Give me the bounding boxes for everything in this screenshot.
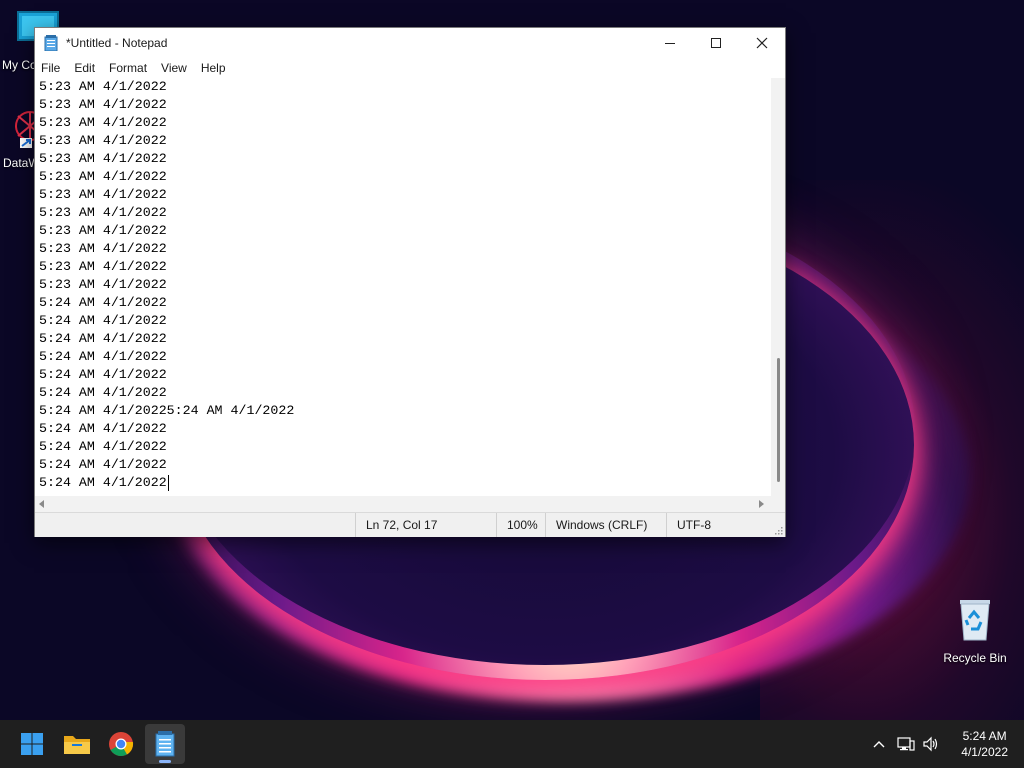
text-line: 5:24 AM 4/1/2022 — [39, 295, 167, 310]
active-app-indicator — [159, 760, 171, 763]
vertical-scrollbar[interactable] — [771, 78, 785, 496]
text-line: 5:24 AM 4/1/2022 — [39, 457, 167, 472]
system-clock[interactable]: 5:24 AM 4/1/2022 — [961, 728, 1008, 760]
maximize-button[interactable] — [693, 28, 739, 58]
close-button[interactable] — [739, 28, 785, 58]
vertical-scroll-thumb[interactable] — [777, 358, 780, 482]
scroll-right-icon[interactable] — [759, 500, 764, 508]
desktop: My Co DataW Recycle Bin *Untitled - Note… — [0, 0, 1024, 768]
menu-view[interactable]: View — [154, 58, 194, 78]
text-line: 5:24 AM 4/1/2022 — [39, 367, 167, 382]
close-icon — [756, 37, 768, 49]
scroll-left-icon[interactable] — [39, 500, 44, 508]
text-editor[interactable]: 5:23 AM 4/1/2022 5:23 AM 4/1/2022 5:23 A… — [35, 78, 771, 496]
minimize-button[interactable] — [647, 28, 693, 58]
scrollbar-corner — [771, 496, 785, 512]
notepad-icon — [44, 35, 58, 51]
text-caret — [168, 475, 169, 491]
chrome-icon — [109, 732, 134, 757]
text-line: 5:23 AM 4/1/2022 — [39, 205, 167, 220]
notepad-icon — [155, 731, 175, 757]
status-bar: Ln 72, Col 17 100% Windows (CRLF) UTF-8 — [35, 512, 785, 537]
text-line: 5:24 AM 4/1/2022 — [39, 475, 167, 490]
menu-format[interactable]: Format — [102, 58, 154, 78]
text-line: 5:23 AM 4/1/2022 — [39, 187, 167, 202]
status-encoding: UTF-8 — [666, 513, 770, 537]
file-explorer-icon — [64, 736, 90, 754]
resize-grip-icon[interactable] — [773, 525, 783, 535]
text-line: 5:24 AM 4/1/2022 — [39, 385, 167, 400]
network-icon[interactable] — [895, 732, 917, 756]
clock-date: 4/1/2022 — [961, 745, 1008, 759]
text-line: 5:23 AM 4/1/2022 — [39, 259, 167, 274]
desktop-icon-label: Recycle Bin — [943, 651, 1007, 665]
start-button[interactable] — [12, 724, 52, 764]
taskbar-chrome[interactable] — [101, 724, 141, 764]
text-line: 5:24 AM 4/1/2022 — [39, 421, 167, 436]
text-line: 5:23 AM 4/1/2022 — [39, 169, 167, 184]
text-line: 5:24 AM 4/1/2022 — [39, 313, 167, 328]
text-line: 5:23 AM 4/1/2022 — [39, 79, 167, 94]
text-line: 5:23 AM 4/1/2022 — [39, 97, 167, 112]
text-line: 5:23 AM 4/1/2022 — [39, 151, 167, 166]
text-line: 5:23 AM 4/1/2022 — [39, 223, 167, 238]
chevron-up-icon[interactable] — [868, 732, 890, 756]
volume-icon[interactable] — [920, 732, 942, 756]
status-line-ending: Windows (CRLF) — [545, 513, 667, 537]
text-line: 5:23 AM 4/1/2022 — [39, 277, 167, 292]
text-line: 5:23 AM 4/1/2022 — [39, 241, 167, 256]
menu-edit[interactable]: Edit — [67, 58, 102, 78]
status-cursor-position: Ln 72, Col 17 — [355, 513, 497, 537]
menu-bar: File Edit Format View Help — [35, 58, 785, 78]
recycle-bin-icon — [960, 600, 990, 641]
menu-file[interactable]: File — [35, 58, 67, 78]
text-line: 5:24 AM 4/1/2022 — [39, 349, 167, 364]
windows-start-icon — [21, 733, 43, 755]
maximize-icon — [711, 38, 721, 48]
clock-time: 5:24 AM — [962, 729, 1007, 743]
text-line: 5:23 AM 4/1/2022 — [39, 133, 167, 148]
desktop-icon-label: My Co — [2, 58, 37, 72]
desktop-icon-recycle-bin[interactable]: Recycle Bin — [936, 596, 1014, 665]
horizontal-scrollbar[interactable] — [35, 496, 771, 512]
taskbar-notepad[interactable] — [145, 724, 185, 764]
text-line: 5:24 AM 4/1/20225:24 AM 4/1/2022 — [39, 403, 295, 418]
text-line: 5:23 AM 4/1/2022 — [39, 115, 167, 130]
taskbar: 5:24 AM 4/1/2022 — [0, 720, 1024, 768]
title-bar[interactable]: *Untitled - Notepad — [35, 28, 785, 58]
minimize-icon — [665, 43, 675, 44]
status-zoom: 100% — [496, 513, 546, 537]
text-line: 5:24 AM 4/1/2022 — [39, 331, 167, 346]
text-line: 5:24 AM 4/1/2022 — [39, 439, 167, 454]
window-title: *Untitled - Notepad — [66, 36, 168, 50]
menu-help[interactable]: Help — [194, 58, 233, 78]
notepad-window[interactable]: *Untitled - Notepad File Edit Format Vie… — [34, 27, 786, 537]
taskbar-file-explorer[interactable] — [57, 724, 97, 764]
